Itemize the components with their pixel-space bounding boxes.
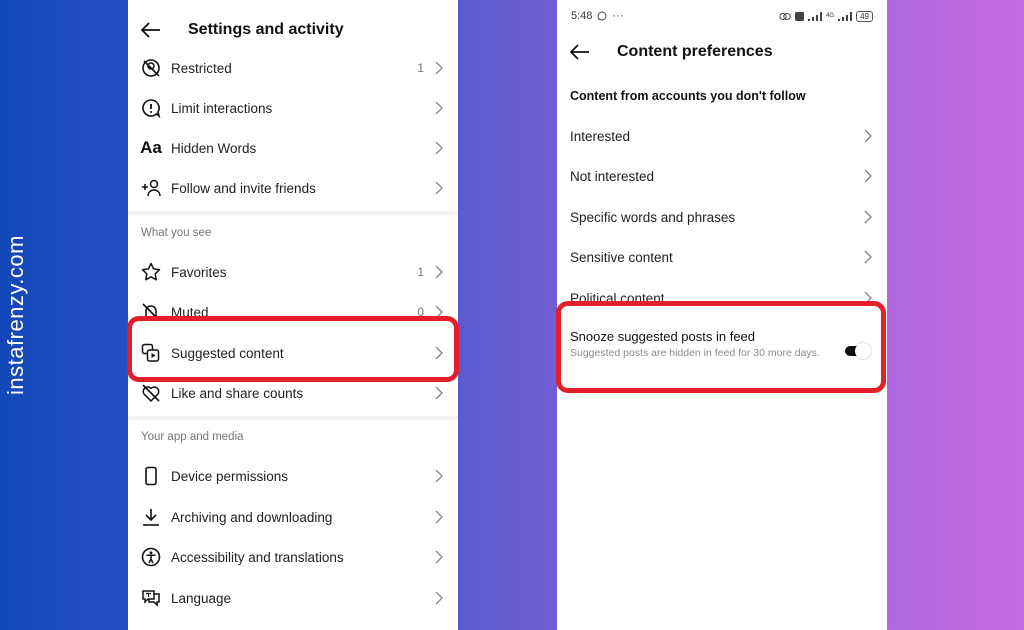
- section-label-what-you-see: What you see: [141, 227, 212, 239]
- row-like-share-counts[interactable]: Like and share counts: [128, 373, 458, 413]
- row-interested[interactable]: Interested: [557, 116, 887, 156]
- back-button[interactable]: [140, 19, 162, 41]
- suggested-content-icon: [140, 342, 162, 364]
- header: Content preferences: [557, 32, 887, 72]
- row-device-permissions[interactable]: Device permissions: [128, 456, 458, 496]
- network-type: 4G: [826, 13, 835, 19]
- toggle-thumb: [855, 343, 871, 359]
- chevron-right-icon: [864, 250, 872, 264]
- chevron-right-icon: [435, 141, 443, 155]
- chevron-right-icon: [435, 305, 443, 319]
- row-hidden-words[interactable]: Aa Hidden Words: [128, 128, 458, 168]
- arrow-left-icon: [570, 44, 589, 60]
- snooze-title: Snooze suggested posts in feed: [570, 329, 756, 344]
- section-divider: [128, 416, 458, 420]
- chevron-right-icon: [435, 346, 443, 360]
- arrow-left-icon: [141, 22, 160, 38]
- snooze-suggested-posts-setting: Snooze suggested posts in feed Suggested…: [557, 325, 887, 381]
- watermark: instafrenzy.com: [3, 235, 28, 395]
- chevron-right-icon: [864, 291, 872, 305]
- chevron-right-icon: [864, 210, 872, 224]
- page-title: Settings and activity: [188, 21, 344, 38]
- hidden-words-icon: Aa: [140, 138, 162, 157]
- section-subheading: Content from accounts you don't follow: [570, 89, 806, 103]
- row-specific-words[interactable]: Specific words and phrases: [557, 197, 887, 237]
- chevron-right-icon: [435, 101, 443, 115]
- snooze-toggle[interactable]: [845, 343, 871, 359]
- count-badge: 0: [417, 305, 424, 319]
- link-icon: [779, 12, 791, 20]
- signal-icon: [838, 11, 853, 21]
- status-bar: 5:48 ··· 4G 49: [571, 8, 873, 24]
- count-badge: 1: [417, 61, 424, 75]
- row-sensitive-content[interactable]: Sensitive content: [557, 237, 887, 277]
- language-icon: [140, 587, 162, 609]
- accessibility-icon: [140, 546, 162, 568]
- settings-activity-screen: Settings and activity Restricted 1 Limit…: [128, 0, 458, 630]
- row-language[interactable]: Language: [128, 578, 458, 618]
- back-button[interactable]: [569, 41, 591, 63]
- heart-off-icon: [140, 382, 162, 404]
- page-title: Content preferences: [617, 43, 773, 60]
- chevron-right-icon: [435, 61, 443, 75]
- limit-interactions-icon: [140, 97, 162, 119]
- row-follow-invite[interactable]: Follow and invite friends: [128, 168, 458, 208]
- row-archiving-downloading[interactable]: Archiving and downloading: [128, 497, 458, 537]
- row-not-interested[interactable]: Not interested: [557, 156, 887, 196]
- clock: 5:48: [571, 10, 593, 22]
- snooze-description: Suggested posts are hidden in feed for 3…: [570, 347, 820, 359]
- section-label-app-media: Your app and media: [141, 431, 244, 443]
- whatsapp-icon: [597, 11, 607, 21]
- row-favorites[interactable]: Favorites 1: [128, 252, 458, 292]
- row-restricted[interactable]: Restricted 1: [128, 48, 458, 88]
- chevron-right-icon: [435, 181, 443, 195]
- row-political-content[interactable]: Political content: [557, 278, 887, 318]
- restricted-icon: [140, 57, 162, 79]
- chevron-right-icon: [435, 265, 443, 279]
- chevron-right-icon: [435, 469, 443, 483]
- chevron-right-icon: [435, 591, 443, 605]
- sim-icon: [795, 11, 805, 21]
- count-badge: 1: [417, 265, 424, 279]
- download-icon: [140, 506, 162, 528]
- row-limit-interactions[interactable]: Limit interactions: [128, 88, 458, 128]
- add-person-icon: [140, 177, 162, 199]
- chevron-right-icon: [435, 550, 443, 564]
- phone-icon: [140, 465, 162, 487]
- content-preferences-screen: 5:48 ··· 4G 49 Content preferences Conte…: [557, 0, 887, 630]
- chevron-right-icon: [435, 386, 443, 400]
- more-notifications-indicator: ···: [612, 10, 624, 22]
- chevron-right-icon: [864, 169, 872, 183]
- section-divider: [128, 211, 458, 215]
- row-muted[interactable]: Muted 0: [128, 292, 458, 332]
- battery-indicator: 49: [856, 10, 873, 22]
- chevron-right-icon: [864, 129, 872, 143]
- header: Settings and activity: [128, 10, 458, 50]
- chevron-right-icon: [435, 510, 443, 524]
- status-bar: [142, 0, 444, 8]
- row-accessibility-translations[interactable]: Accessibility and translations: [128, 537, 458, 577]
- row-suggested-content[interactable]: Suggested content: [128, 333, 458, 373]
- muted-icon: [140, 301, 162, 323]
- signal-icon: [808, 11, 823, 21]
- star-icon: [140, 261, 162, 283]
